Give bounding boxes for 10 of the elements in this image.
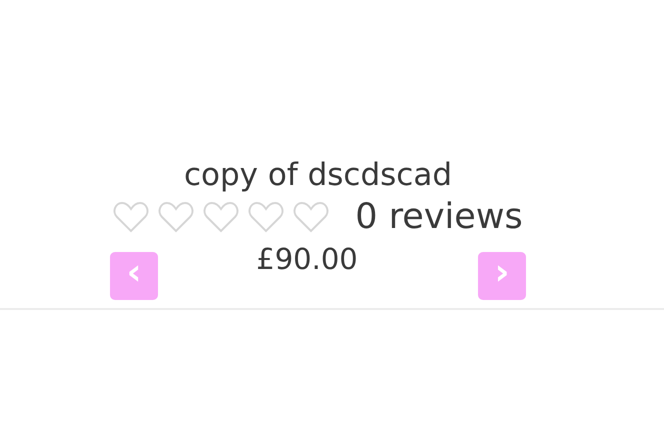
heart-icon [293,201,330,233]
heart-icon [248,201,284,233]
heart-icon [203,201,240,233]
heart-icon [158,201,194,233]
heart-icon [113,201,150,233]
next-button[interactable]: › [478,252,526,300]
product-price: £90.00 [256,242,358,276]
previous-button[interactable]: ‹ [110,252,158,300]
review-count: 0 reviews [355,196,523,238]
product-title: copy of dscdscad [184,156,452,195]
